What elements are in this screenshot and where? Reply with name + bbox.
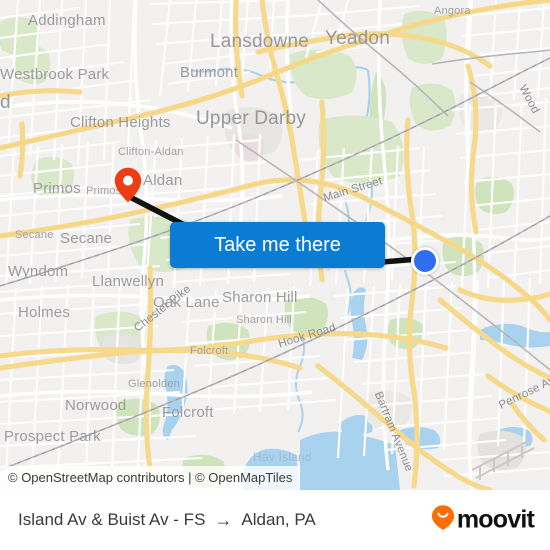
arrow-right-icon: → (214, 510, 233, 530)
origin-pin-marker[interactable] (114, 167, 142, 203)
route-destination-label: Aldan, PA (241, 510, 316, 529)
moovit-pin-icon (431, 505, 455, 536)
screenshot-root: Addingham Lansdowne Yeadon Angora Westbrook … (0, 0, 550, 550)
footer-bar: Island Av & Buist Av - FS → Aldan, PA mo… (0, 490, 550, 550)
take-me-there-label: Take me there (214, 233, 341, 256)
route-origin-label: Island Av & Buist Av - FS (18, 510, 206, 529)
moovit-wordmark: moovit (456, 505, 535, 534)
moovit-logo[interactable]: moovit (431, 505, 535, 536)
route-summary: Island Av & Buist Av - FS → Aldan, PA (18, 510, 316, 530)
destination-dot-marker[interactable] (411, 247, 439, 275)
take-me-there-button[interactable]: Take me there (170, 222, 385, 268)
map-canvas[interactable]: Addingham Lansdowne Yeadon Angora Westbrook … (0, 0, 550, 490)
map-attribution[interactable]: © OpenStreetMap contributors | © OpenMap… (0, 466, 301, 490)
